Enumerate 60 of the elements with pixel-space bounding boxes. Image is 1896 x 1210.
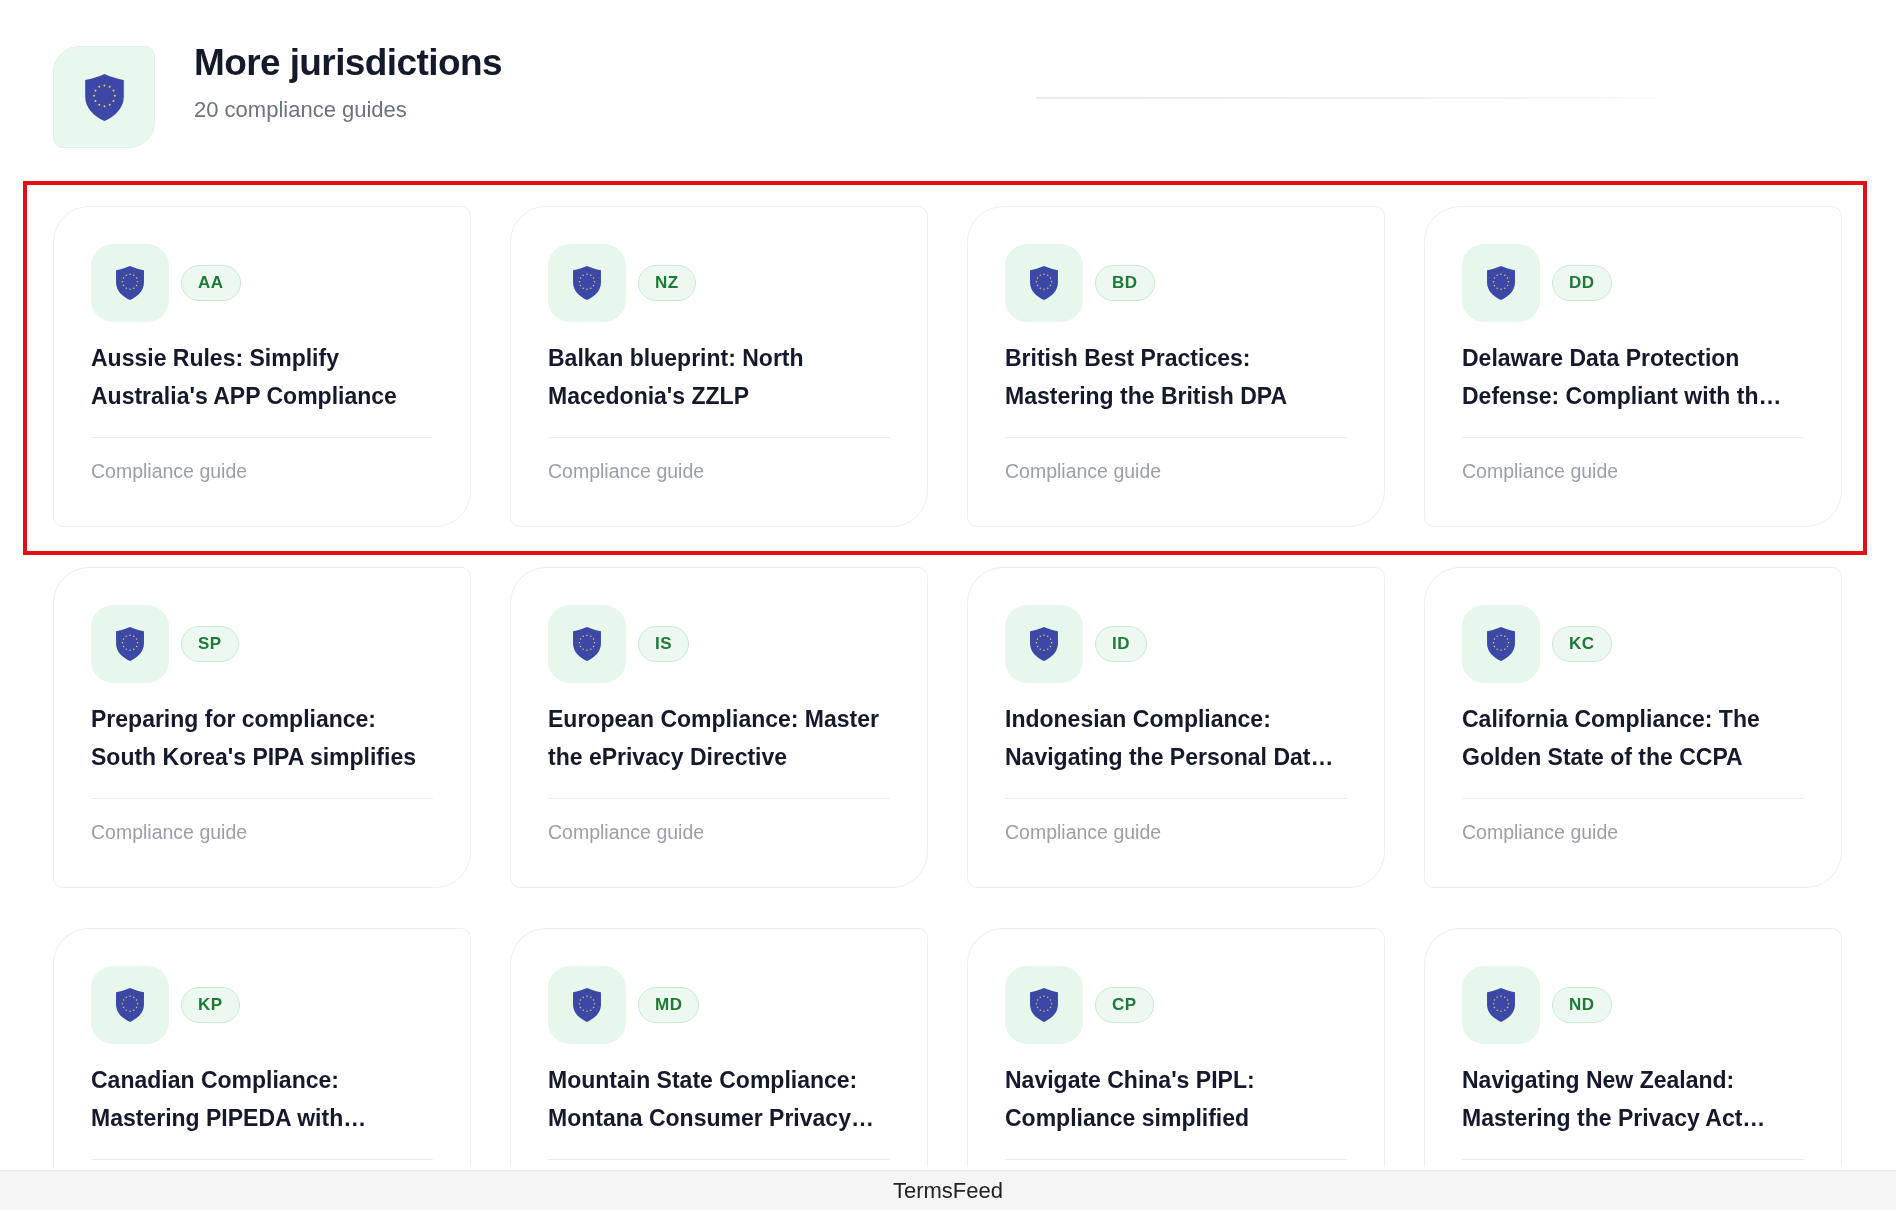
- guide-card[interactable]: BD British Best Practices: Mastering the British DPA Compliance guide: [967, 206, 1385, 527]
- code-tag: ID: [1095, 626, 1147, 662]
- guide-card[interactable]: ND Navigating New Zealand: Mastering the Privacy Act…: [1424, 928, 1842, 1167]
- shield-icon: [91, 966, 169, 1044]
- shield-icon: [1462, 966, 1540, 1044]
- guide-title: Navigate China's PIPL: Compliance simplified: [1005, 1066, 1256, 1133]
- shield-icon: [548, 244, 626, 322]
- guide-title: Balkan blueprint: North Macedonia's ZZLP: [548, 344, 805, 411]
- guide-category: Compliance guide: [548, 459, 706, 484]
- shield-icon: [1005, 244, 1083, 322]
- guide-card[interactable]: AA Aussie Rules: Simplify Australia's APP Compliance Compliance guide: [53, 206, 471, 527]
- guide-title: European Compliance: Master the ePrivacy Directive: [548, 705, 881, 772]
- code-tag: KP: [181, 987, 240, 1023]
- shield-icon: [91, 605, 169, 683]
- shield-icon: [548, 966, 626, 1044]
- guide-title: Indonesian Compliance: Navigating the Personal Dat…: [1005, 705, 1335, 772]
- code-tag: ND: [1552, 987, 1612, 1023]
- guide-title: Preparing for compliance: South Korea's PIPA simplifies: [91, 705, 417, 772]
- shield-icon: [91, 244, 169, 322]
- guide-card[interactable]: CP Navigate China's PIPL: Compliance simplified: [967, 928, 1385, 1167]
- guide-count: 20 compliance guides: [194, 96, 408, 124]
- code-tag: MD: [638, 987, 700, 1023]
- code-tag: NZ: [638, 265, 696, 301]
- shield-icon: [1462, 605, 1540, 683]
- guide-category: Compliance guide: [1005, 459, 1163, 484]
- code-tag: IS: [638, 626, 690, 662]
- guide-title: British Best Practices: Mastering the British DPA: [1005, 344, 1288, 411]
- guide-category: Compliance guide: [548, 820, 706, 845]
- shield-icon: [1462, 244, 1540, 322]
- guide-card[interactable]: KP Canadian Compliance: Mastering PIPEDA with…: [53, 928, 471, 1167]
- guide-title: California Compliance: The Golden State of the CCPA: [1462, 705, 1761, 772]
- code-tag: SP: [181, 626, 239, 662]
- code-tag: DD: [1552, 265, 1612, 301]
- guide-title: Navigating New Zealand: Mastering the Privacy Act…: [1462, 1066, 1767, 1133]
- guide-card[interactable]: SP Preparing for compliance: South Korea's PIPA simplifies Compliance guide: [53, 567, 471, 888]
- site-name: TermsFeed: [892, 1177, 1003, 1204]
- section-title: More jurisdictions: [194, 41, 502, 85]
- guide-category: Compliance guide: [1005, 820, 1163, 845]
- guide-category: Compliance guide: [1462, 820, 1620, 845]
- code-tag: KC: [1552, 626, 1612, 662]
- guide-card[interactable]: KC California Compliance: The Golden State of the CCPA Compliance guide: [1424, 567, 1842, 888]
- code-tag: BD: [1095, 265, 1155, 301]
- shield-icon: [1005, 966, 1083, 1044]
- shield-icon: [1005, 605, 1083, 683]
- guide-category: Compliance guide: [1462, 459, 1620, 484]
- guide-card[interactable]: MD Mountain State Compliance: Montana Consumer Privacy…: [510, 928, 928, 1167]
- guide-card[interactable]: IS European Compliance: Master the ePrivacy Directive Compliance guide: [510, 567, 928, 888]
- code-tag: AA: [181, 265, 241, 301]
- shield-icon: [53, 46, 155, 148]
- shield-icon: [548, 605, 626, 683]
- guide-title: Aussie Rules: Simplify Australia's APP Compliance: [91, 344, 398, 411]
- guide-card[interactable]: NZ Balkan blueprint: North Macedonia's ZZLP Compliance guide: [510, 206, 928, 527]
- guide-card[interactable]: DD Delaware Data Protection Defense: Compliant with th… Compliance guide: [1424, 206, 1842, 527]
- guide-category: Compliance guide: [91, 459, 249, 484]
- guide-category: Compliance guide: [91, 820, 249, 845]
- guide-title: Canadian Compliance: Mastering PIPEDA with…: [91, 1066, 368, 1133]
- guide-title: Delaware Data Protection Defense: Compliant with th…: [1462, 344, 1783, 411]
- code-tag: CP: [1095, 987, 1154, 1023]
- guide-title: Mountain State Compliance: Montana Consumer Privacy…: [548, 1066, 875, 1133]
- guide-card[interactable]: ID Indonesian Compliance: Navigating the Personal Dat… Compliance guide: [967, 567, 1385, 888]
